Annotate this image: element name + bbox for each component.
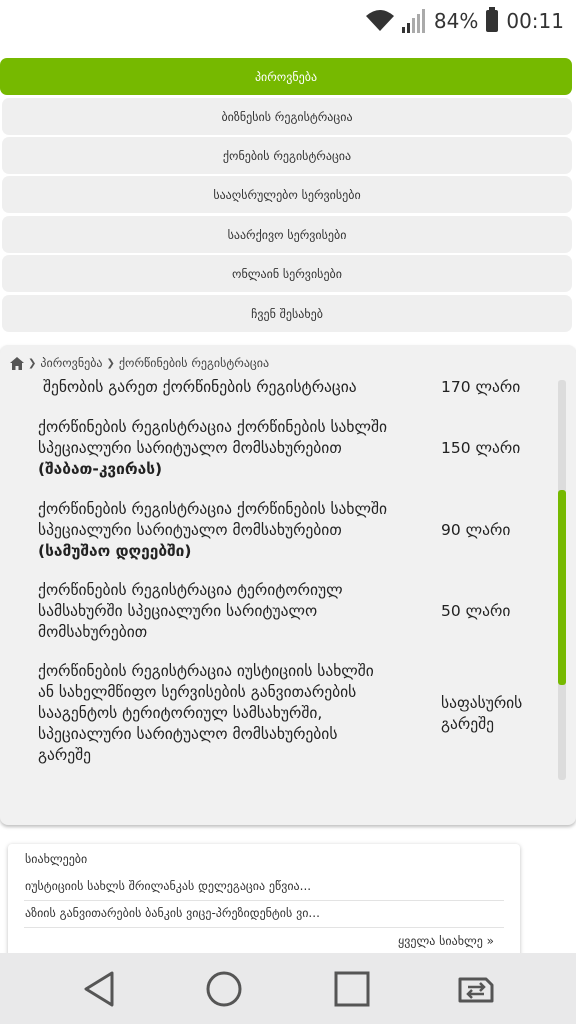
all-news-link[interactable]: ყველა სიახლე » bbox=[398, 934, 494, 948]
home-circle-icon[interactable] bbox=[202, 967, 246, 1011]
system-nav-bar bbox=[0, 953, 576, 1024]
news-item[interactable]: აზიის განვითარების ბანკის ვიცე-პრეზიდენტ… bbox=[25, 906, 503, 920]
nav-item-about-us[interactable]: ჩვენ შესახებ bbox=[2, 295, 572, 332]
divider bbox=[24, 900, 504, 901]
news-box: სიახლეები იუსტიციის სახლს შრილანკას დელე… bbox=[8, 844, 520, 959]
divider bbox=[24, 927, 504, 928]
battery-percent: 84% bbox=[433, 9, 479, 33]
service-row-price: 90 ლარი bbox=[441, 521, 511, 539]
breadcrumb-item-marriage-registration: ქორწინების რეგისტრაცია bbox=[118, 356, 270, 370]
service-row-description: ქორწინების რეგისტრაცია ქორწინების სახლში… bbox=[38, 418, 388, 478]
chevron-right-icon: ❯ bbox=[106, 357, 115, 369]
services-panel: ❯ პიროვნება ❯ ქორწინების რეგისტრაცია შენ… bbox=[0, 345, 576, 825]
wifi-icon bbox=[365, 10, 394, 31]
nav-item-person[interactable]: პიროვნება bbox=[0, 58, 572, 95]
nav-item-property-registration[interactable]: ქონების რეგისტრაცია bbox=[2, 137, 572, 174]
breadcrumb: ❯ პიროვნება ❯ ქორწინების რეგისტრაცია bbox=[10, 355, 269, 371]
nav-item-archive-services[interactable]: საარქივო სერვისები bbox=[2, 216, 572, 253]
nav-item-enforcement-services[interactable]: სააღსრულებო სერვისები bbox=[2, 176, 572, 213]
nav-item-online-services[interactable]: ონლაინ სერვისები bbox=[2, 255, 572, 292]
status-bar: 84% 00:11 bbox=[0, 0, 576, 42]
status-icons: 84% 00:11 bbox=[365, 6, 564, 36]
signal-icon bbox=[401, 9, 425, 33]
switch-sim-icon[interactable] bbox=[456, 967, 500, 1011]
service-row-price: 50 ლარი bbox=[441, 602, 511, 620]
home-icon[interactable] bbox=[10, 356, 24, 370]
service-row-description: ქორწინების რეგისტრაცია ტერიტორიულ სამსახ… bbox=[38, 581, 343, 641]
breadcrumb-item-person[interactable]: პიროვნება bbox=[40, 356, 102, 370]
scrollbar-thumb[interactable] bbox=[558, 490, 566, 685]
service-row-description: შენობის გარეთ ქორწინების რეგისტრაცია bbox=[43, 378, 357, 396]
chevron-right-icon: ❯ bbox=[28, 357, 37, 369]
service-row-description: ქორწინების რეგისტრაცია იუსტიციის სახლში … bbox=[38, 662, 374, 764]
recent-apps-icon[interactable] bbox=[330, 967, 374, 1011]
service-row-price: 150 ლარი bbox=[441, 439, 521, 457]
back-icon[interactable] bbox=[78, 967, 122, 1011]
news-item[interactable]: იუსტიციის სახლს შრილანკას დელეგაცია ეწვი… bbox=[25, 879, 503, 893]
service-row-price: 170 ლარი bbox=[441, 378, 521, 396]
nav-item-business-registration[interactable]: ბიზნესის რეგისტრაცია bbox=[2, 98, 572, 135]
battery-icon bbox=[486, 7, 499, 32]
service-row-price: საფასურის გარეშე bbox=[441, 694, 523, 733]
news-title: სიახლეები bbox=[25, 852, 88, 866]
service-row-description: ქორწინების რეგისტრაცია ქორწინების სახლში… bbox=[38, 500, 388, 560]
clock: 00:11 bbox=[506, 9, 564, 33]
